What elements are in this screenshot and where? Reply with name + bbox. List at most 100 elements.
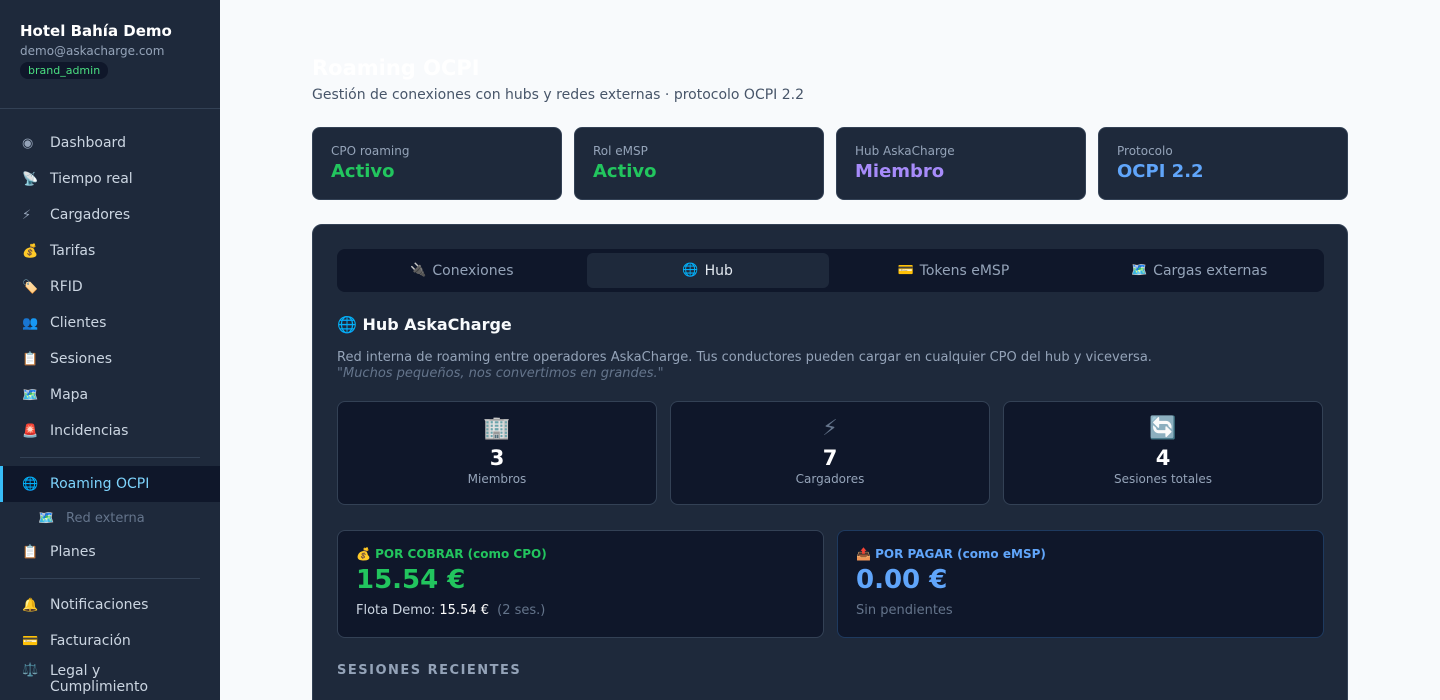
page-title: Roaming OCPI (312, 56, 480, 80)
sidebar-nav: ◉ Dashboard 📡 Tiempo real ⚡ Cargadores 💰 Tar… (0, 109, 220, 699)
money-bag-icon: 💰 (22, 243, 39, 259)
siren-icon: 🚨 (22, 423, 39, 439)
sidebar-item-mapa[interactable]: 🗺️ Mapa (0, 377, 220, 413)
sidebar-item-sesiones[interactable]: 📋 Sesiones (0, 341, 220, 377)
sidebar-item-label: Incidencias (50, 423, 129, 439)
sidebar-item-rfid[interactable]: 🏷️ RFID (0, 269, 220, 305)
balance-amount: 0.00 € (856, 565, 948, 595)
plug-icon: 🔌 (410, 263, 427, 278)
refresh-icon: 🔄 (1149, 416, 1177, 441)
sidebar-item-label: Roaming OCPI (50, 476, 150, 492)
scales-icon: ⚖️ (22, 663, 39, 678)
hub-metrics: 🏢 3 Miembros ⚡ 7 Cargadores 🔄 4 Sesiones… (337, 401, 1323, 505)
sidebar-item-label: Legal y Cumplimiento (50, 663, 149, 695)
sidebar-item-clientes[interactable]: 👥 Clientes (0, 305, 220, 341)
org-name: Hotel Bahía Demo (20, 22, 172, 40)
outbox-icon: 📤 (856, 547, 871, 561)
sidebar-item-label: RFID (50, 279, 83, 295)
sidebar-divider (20, 578, 200, 579)
tab-label: Hub (704, 262, 733, 279)
clipboard-icon: 📋 (22, 544, 39, 560)
hub-title: 🌐 Hub AskaCharge (337, 315, 512, 334)
hub-description: Red interna de roaming entre operadores … (337, 350, 1152, 365)
stat-label: Rol eMSP (593, 144, 648, 158)
map-icon: 🗺️ (1130, 263, 1148, 278)
sidebar-item-planes[interactable]: 📋 Planes (0, 534, 220, 570)
globe-icon: 🌐 (337, 315, 357, 334)
sidebar-item-label: Tiempo real (50, 171, 133, 187)
sidebar-item-label: Tarifas (50, 243, 96, 259)
stat-value: OCPI 2.2 (1117, 161, 1204, 182)
sidebar-item-notificaciones[interactable]: 🔔 Notificaciones (0, 587, 220, 623)
dashboard-icon: ◉ (22, 135, 34, 151)
balance-title-text: POR PAGAR (como eMSP) (875, 547, 1046, 561)
balance-title: 📤 POR PAGAR (como eMSP) (856, 547, 1305, 561)
globe-icon: 🌐 (682, 263, 699, 278)
stat-label: CPO roaming (331, 144, 410, 158)
sidebar-item-cargadores[interactable]: ⚡ Cargadores (0, 197, 220, 233)
tab-bar: 🔌 Conexiones 🌐 Hub 💳 Tokens eMSP 🗺️ Cargas e… (337, 249, 1324, 292)
antenna-icon: 📡 (22, 171, 39, 187)
sidebar-item-red-externa[interactable]: 🗺️ Red externa (0, 502, 220, 534)
globe-icon: 🌐 (22, 476, 39, 492)
detail-amount: 15.54 € (439, 603, 490, 618)
building-icon: 🏢 (483, 416, 511, 441)
lightning-icon: ⚡ (22, 207, 32, 223)
metric-value: 7 (822, 446, 838, 470)
map-icon: 🗺️ (38, 510, 55, 526)
page-subtitle: Gestión de conexiones con hubs y redes e… (312, 87, 805, 103)
metric-members: 🏢 3 Miembros (337, 401, 657, 505)
stat-card-hub: Hub AskaCharge Miembro (836, 127, 1086, 200)
balance-detail: Sin pendientes (856, 603, 953, 618)
sidebar-item-label: Clientes (50, 315, 107, 331)
tab-cargas-externas[interactable]: 🗺️ Cargas externas (1078, 253, 1320, 288)
sidebar-item-label: Dashboard (50, 135, 126, 151)
balance-amount: 15.54 € (356, 565, 466, 595)
balances: 💰 POR COBRAR (como CPO) 15.54 € Flota De… (337, 530, 1324, 638)
sidebar-item-label: Facturación (50, 633, 131, 649)
sidebar-item-tarifas[interactable]: 💰 Tarifas (0, 233, 220, 269)
metric-value: 3 (489, 446, 505, 470)
sidebar-item-label: Sesiones (50, 351, 113, 367)
users-icon: 👥 (22, 315, 39, 331)
metric-sessions: 🔄 4 Sesiones totales (1003, 401, 1323, 505)
sidebar-item-facturacion[interactable]: 💳 Facturación (0, 623, 220, 659)
sidebar-item-label: Red externa (66, 510, 145, 526)
sidebar-item-label: Planes (50, 544, 96, 560)
tab-hub[interactable]: 🌐 Hub (586, 253, 829, 288)
tab-conexiones[interactable]: 🔌 Conexiones (341, 253, 583, 288)
tab-tokens-emsp[interactable]: 💳 Tokens eMSP (833, 253, 1075, 288)
sidebar-item-label: Cargadores (50, 207, 131, 223)
balance-title-text: POR COBRAR (como CPO) (375, 547, 547, 561)
sidebar-divider (20, 457, 200, 458)
sidebar-item-tiempo-real[interactable]: 📡 Tiempo real (0, 161, 220, 197)
money-bag-icon: 💰 (356, 547, 371, 561)
role-badge: brand_admin (20, 62, 109, 79)
bell-icon: 🔔 (22, 597, 39, 613)
stat-label: Hub AskaCharge (855, 144, 955, 158)
metric-label: Sesiones totales (1113, 472, 1213, 486)
user-email: demo@askacharge.com (20, 44, 165, 58)
balance-detail: Flota Demo: 15.54 € (2 ses.) (356, 603, 805, 618)
sidebar-item-dashboard[interactable]: ◉ Dashboard (0, 125, 220, 161)
metric-chargers: ⚡ 7 Cargadores (670, 401, 990, 505)
tag-icon: 🏷️ (22, 279, 39, 295)
stat-label: Protocolo (1117, 144, 1173, 158)
sidebar-item-roaming-ocpi[interactable]: 🌐 Roaming OCPI (0, 466, 220, 502)
sidebar-item-legal[interactable]: ⚖️ Legal y Cumplimiento (0, 659, 220, 699)
balance-title: 💰 POR COBRAR (como CPO) (356, 547, 805, 561)
map-icon: 🗺️ (22, 387, 39, 403)
credit-card-icon: 💳 (897, 263, 914, 278)
stat-value: Miembro (855, 161, 945, 182)
sidebar-item-label: Mapa (50, 387, 89, 403)
sidebar-item-incidencias[interactable]: 🚨 Incidencias (0, 413, 220, 449)
sidebar-item-label: Notificaciones (50, 597, 149, 613)
detail-count: (2 ses.) (497, 603, 546, 618)
stat-card-cpo: CPO roaming Activo (312, 127, 562, 200)
tab-label: Conexiones (432, 262, 514, 279)
brand-block: Hotel Bahía Demo demo@askacharge.com bra… (0, 0, 220, 109)
sidebar: Hotel Bahía Demo demo@askacharge.com bra… (0, 0, 220, 700)
hub-quote: "Muchos pequeños, nos convertimos en gra… (337, 366, 664, 381)
recent-sessions-heading: SESIONES RECIENTES (337, 663, 522, 678)
balance-to-collect: 💰 POR COBRAR (como CPO) 15.54 € Flota De… (337, 530, 824, 638)
